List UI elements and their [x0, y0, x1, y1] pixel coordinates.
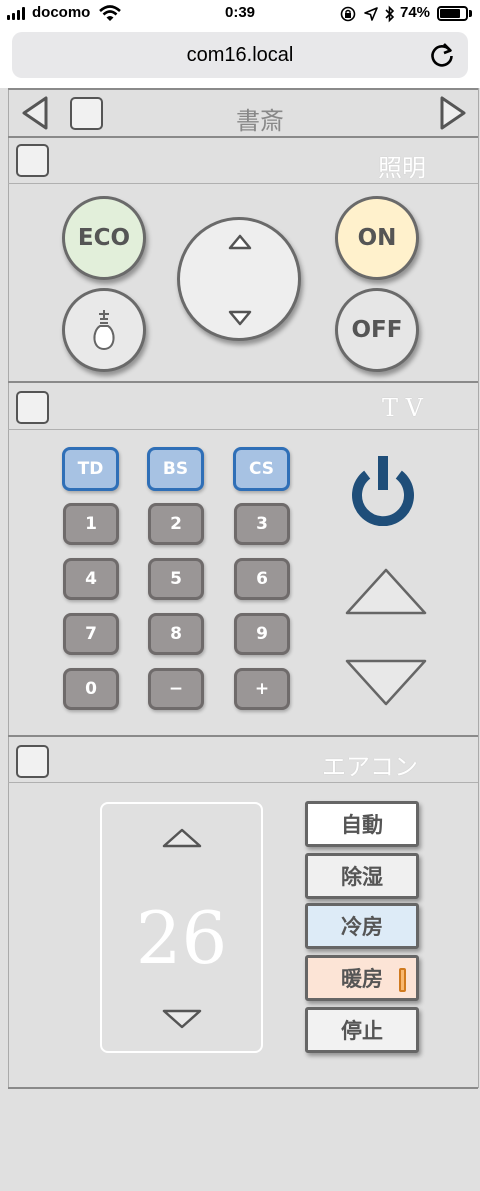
- plus-key[interactable]: +: [234, 668, 290, 710]
- channel-up-icon[interactable]: [341, 564, 431, 620]
- mode-stop-label: 停止: [341, 1019, 383, 1043]
- channel-bs-button[interactable]: BS: [147, 447, 204, 491]
- mode-dry-button[interactable]: 除湿: [305, 853, 419, 899]
- number-key-7[interactable]: 7: [63, 613, 119, 655]
- lighting-checkbox[interactable]: [16, 144, 49, 177]
- location-icon: [364, 7, 378, 21]
- mode-stop-button[interactable]: 停止: [305, 1007, 419, 1053]
- lighting-title: 照明: [378, 154, 426, 182]
- mode-auto-label: 自動: [341, 813, 383, 837]
- channel-td-button[interactable]: TD: [62, 447, 119, 491]
- channel-cs-button[interactable]: CS: [233, 447, 290, 491]
- number-key-4[interactable]: 4: [63, 558, 119, 600]
- brightness-up-icon[interactable]: [227, 232, 253, 254]
- mode-heat-button[interactable]: 暖房: [305, 955, 419, 1001]
- number-key-2[interactable]: 2: [148, 503, 204, 545]
- aircon-checkbox[interactable]: [16, 745, 49, 778]
- temperature-panel: 26: [100, 802, 263, 1053]
- brightness-down-icon[interactable]: [227, 306, 253, 328]
- light-off-button[interactable]: OFF: [335, 288, 419, 372]
- room-title: 書斎: [236, 107, 284, 135]
- light-bulb-button[interactable]: [62, 288, 146, 372]
- mode-cool-button[interactable]: 冷房: [305, 903, 419, 949]
- minus-key[interactable]: −: [148, 668, 204, 710]
- light-bulb-icon: [93, 310, 115, 351]
- number-key-6[interactable]: 6: [234, 558, 290, 600]
- on-label: ON: [357, 225, 397, 251]
- aircon-title: エアコン: [322, 753, 418, 781]
- number-key-1[interactable]: 1: [63, 503, 119, 545]
- mode-auto-button[interactable]: 自動: [305, 801, 419, 847]
- mode-cool-label: 冷房: [341, 915, 383, 939]
- light-on-button[interactable]: ON: [335, 196, 419, 280]
- number-key-8[interactable]: 8: [148, 613, 204, 655]
- number-key-5[interactable]: 5: [148, 558, 204, 600]
- status-bar: docomo 0:39 74%: [0, 0, 480, 28]
- orientation-lock-icon: [340, 6, 356, 22]
- tv-checkbox[interactable]: [16, 391, 49, 424]
- off-label: OFF: [351, 317, 403, 343]
- next-room-icon[interactable]: [438, 95, 468, 131]
- temperature-down-icon[interactable]: [160, 1007, 204, 1033]
- power-icon[interactable]: [349, 452, 417, 526]
- reload-icon[interactable]: [426, 39, 458, 71]
- battery-percentage: 74%: [400, 4, 431, 21]
- active-mode-indicator: [399, 968, 406, 992]
- mode-heat-label: 暖房: [341, 967, 383, 991]
- browser-toolbar: com16.local: [0, 28, 480, 88]
- url-text: com16.local: [186, 44, 294, 66]
- dimmer-dial[interactable]: [177, 217, 301, 341]
- temperature-up-icon[interactable]: [160, 826, 204, 852]
- number-key-3[interactable]: 3: [234, 503, 290, 545]
- bluetooth-icon: [385, 5, 395, 23]
- mode-dry-label: 除湿: [341, 865, 383, 889]
- number-key-9[interactable]: 9: [234, 613, 290, 655]
- eco-button[interactable]: ECO: [62, 196, 146, 280]
- battery-icon: [437, 6, 468, 21]
- channel-down-icon[interactable]: [341, 655, 431, 711]
- eco-label: ECO: [77, 225, 131, 251]
- number-key-0[interactable]: 0: [63, 668, 119, 710]
- temperature-display: 26: [135, 896, 228, 980]
- tv-title: T V: [382, 394, 423, 422]
- address-bar[interactable]: com16.local: [12, 32, 468, 78]
